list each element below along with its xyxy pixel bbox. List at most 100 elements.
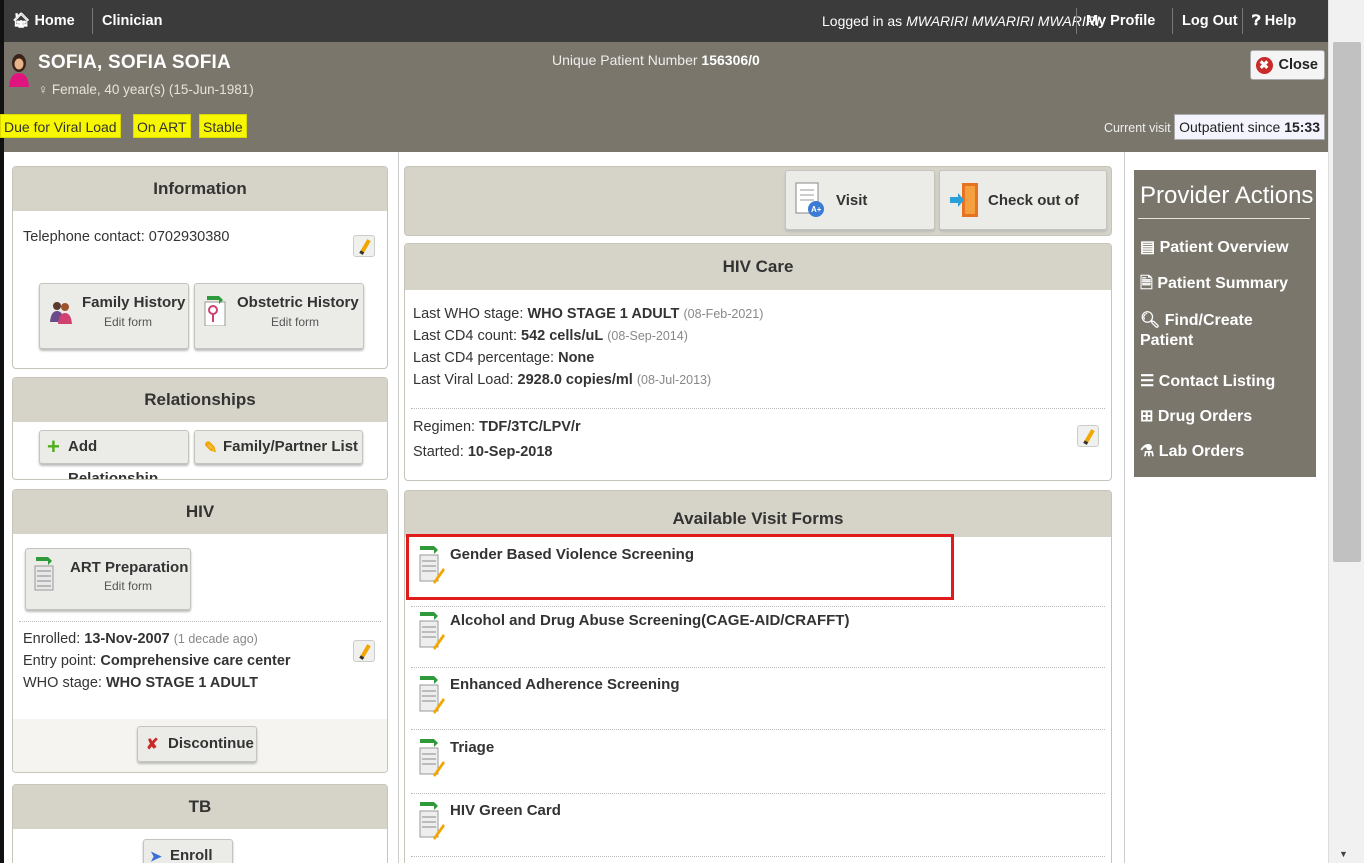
enrolled-ago: (1 decade ago) xyxy=(173,632,258,646)
top-nav: 🏠︎ Home Clinician Logged in as MWARIRI M… xyxy=(4,0,1328,42)
form-icon xyxy=(34,557,54,591)
close-icon: ✖ xyxy=(1255,57,1273,74)
highlight-box xyxy=(406,534,954,600)
action-lab-orders[interactable]: ⚗ Lab Orders xyxy=(1140,442,1244,462)
close-label: Close xyxy=(1278,57,1319,73)
edit-pencil-icon[interactable] xyxy=(353,235,375,257)
edit-pencil-icon[interactable] xyxy=(353,640,375,662)
enrolled-date: 13-Nov-2007 xyxy=(84,631,170,647)
last-viral-load: Last Viral Load: 2928.0 copies/ml (08-Ju… xyxy=(413,372,711,388)
form-icon xyxy=(419,612,445,650)
action-label: Patient Summary xyxy=(1157,275,1289,292)
close-patient-button[interactable]: ✖ Close xyxy=(1249,50,1325,80)
divider xyxy=(411,729,1105,730)
scroll-down-arrow-icon[interactable]: ▼ xyxy=(1339,849,1348,859)
scrollbar-thumb[interactable] xyxy=(1333,42,1361,562)
family-partner-list-label: Family/Partner List xyxy=(223,438,359,455)
patient-header: SOFIA, SOFIA SOFIA ♀ Female, 40 year(s) … xyxy=(0,42,1328,152)
action-label: Find/Create xyxy=(1164,312,1253,329)
action-patient-summary[interactable]: 🗎 Patient Summary xyxy=(1140,274,1288,294)
pencil-icon: ✎ xyxy=(204,440,218,457)
regimen: Regimen: TDF/3TC/LPV/r xyxy=(413,419,581,435)
form-label: Triage xyxy=(450,739,495,756)
form-label: HIV Green Card xyxy=(450,802,561,819)
add-relationship-button[interactable]: + Add Relationship xyxy=(39,430,189,479)
nav-logout[interactable]: Log Out xyxy=(1174,0,1246,42)
upn-label: Unique Patient Number xyxy=(552,52,698,68)
entry-point-label: Entry point: xyxy=(23,653,97,669)
nav-help-label: Help xyxy=(1264,13,1297,29)
svg-text:A+: A+ xyxy=(811,205,822,214)
nav-home-label: Home xyxy=(34,13,75,29)
visit-type: Outpatient since xyxy=(1179,119,1281,135)
hiv-care-panel: HIV Care Last WHO stage: WHO STAGE 1 ADU… xyxy=(404,243,1112,481)
add-relationship-label: Add Relationship xyxy=(68,438,159,480)
check-out-button[interactable]: Check out of visit xyxy=(939,170,1107,230)
upn-value: 156306/0 xyxy=(701,52,760,68)
visit-summary-label: Visit Summary xyxy=(836,192,868,209)
flag-stable: Stable xyxy=(199,114,247,138)
plus-icon: + xyxy=(47,434,60,459)
logged-in-text: Logged in as MWARIRI MWARIRI MWARIRI xyxy=(814,0,1108,42)
edit-pencil-icon[interactable] xyxy=(1077,425,1099,447)
family-history-sub: Edit form xyxy=(104,315,153,329)
hiv-title: HIV xyxy=(13,490,387,534)
last-cd4-date: (08-Sep-2014) xyxy=(607,329,688,343)
family-history-button[interactable]: Family History Edit form xyxy=(39,283,189,349)
search-icon: 🔍︎ xyxy=(1140,312,1161,329)
form-item[interactable]: HIV Green Card xyxy=(406,794,1111,858)
title-underline xyxy=(1138,218,1310,219)
vertical-scrollbar[interactable]: ▼ xyxy=(1328,0,1364,863)
visit-summary-button[interactable]: A+ Visit Summary xyxy=(785,170,935,230)
form-label: Alcohol and Drug Abuse Screening(CAGE-AI… xyxy=(450,612,850,629)
door-exit-icon xyxy=(950,183,978,217)
family-icon xyxy=(50,302,72,324)
action-patient-overview[interactable]: ▤ Patient Overview xyxy=(1140,238,1289,258)
form-item[interactable]: Enhanced Adherence Screening xyxy=(406,668,1111,732)
help-icon: ❓︎ xyxy=(1252,13,1261,29)
action-find-create-patient-line2[interactable]: Patient xyxy=(1140,331,1193,351)
form-item[interactable]: Triage xyxy=(406,731,1111,795)
visit-forms-title: Available Visit Forms xyxy=(405,491,1111,537)
visit-toolbar: A+ Visit Summary Check out of visit xyxy=(404,166,1112,236)
last-cd4-percentage: Last CD4 percentage: None xyxy=(413,350,594,366)
nav-home[interactable]: 🏠︎ Home xyxy=(4,0,83,42)
nav-help[interactable]: ❓︎ Help xyxy=(1244,0,1304,42)
visit-time: 15:33 xyxy=(1284,119,1320,135)
last-cd4p-value: None xyxy=(558,350,595,366)
action-drug-orders[interactable]: ⊞ Drug Orders xyxy=(1140,407,1252,427)
telephone-contact: Telephone contact: 0702930380 xyxy=(23,229,230,245)
tb-title: TB xyxy=(13,785,387,829)
nav-my-profile[interactable]: My Profile xyxy=(1078,0,1163,42)
patient-name: SOFIA, SOFIA SOFIA xyxy=(38,52,231,73)
family-partner-list-button[interactable]: ✎ Family/Partner List xyxy=(194,430,363,464)
medkit-icon: ⊞ xyxy=(1140,408,1154,425)
action-find-create-patient[interactable]: 🔍︎ Find/Create xyxy=(1140,311,1253,331)
action-contact-listing[interactable]: ☰ Contact Listing xyxy=(1140,372,1275,392)
column-divider xyxy=(1124,152,1125,863)
current-visit-box: Outpatient since 15:33 xyxy=(1174,114,1325,140)
hiv-care-title: HIV Care xyxy=(405,244,1111,290)
form-icon xyxy=(419,802,445,840)
divider xyxy=(411,408,1105,409)
art-preparation-sub: Edit form xyxy=(104,579,153,593)
nav-separator xyxy=(1076,8,1077,34)
patient-gender-age: ♀ Female, 40 year(s) (15-Jun-1981) xyxy=(38,82,254,97)
who-stage-label: WHO stage: xyxy=(23,675,102,691)
obstetric-history-button[interactable]: Obstetric History Edit form xyxy=(194,283,364,349)
discontinue-button[interactable]: ✘ Discontinue xyxy=(137,726,257,762)
last-who-date: (08-Feb-2021) xyxy=(683,307,764,321)
column-divider xyxy=(398,152,399,863)
logged-user: MWARIRI MWARIRI MWARIRI xyxy=(906,13,1100,29)
nav-clinician[interactable]: Clinician xyxy=(94,0,170,42)
enroll-icon: ➤ xyxy=(150,848,162,863)
art-preparation-button[interactable]: ART Preparation Edit form xyxy=(25,548,191,610)
last-cd4-value: 542 cells/uL xyxy=(521,328,604,344)
tb-enroll-button[interactable]: ➤ Enroll xyxy=(143,839,233,863)
tb-panel: TB ➤ Enroll xyxy=(12,784,388,863)
started-label: Started: xyxy=(413,444,464,460)
provider-actions-panel: Provider Actions ▤ Patient Overview 🗎 Pa… xyxy=(1134,170,1316,477)
last-who-label: Last WHO stage: xyxy=(413,306,524,322)
form-item[interactable]: Alcohol and Drug Abuse Screening(CAGE-AI… xyxy=(406,604,1111,668)
hiv-panel: HIV ART Preparation Edit form Enrolled: … xyxy=(12,489,388,773)
